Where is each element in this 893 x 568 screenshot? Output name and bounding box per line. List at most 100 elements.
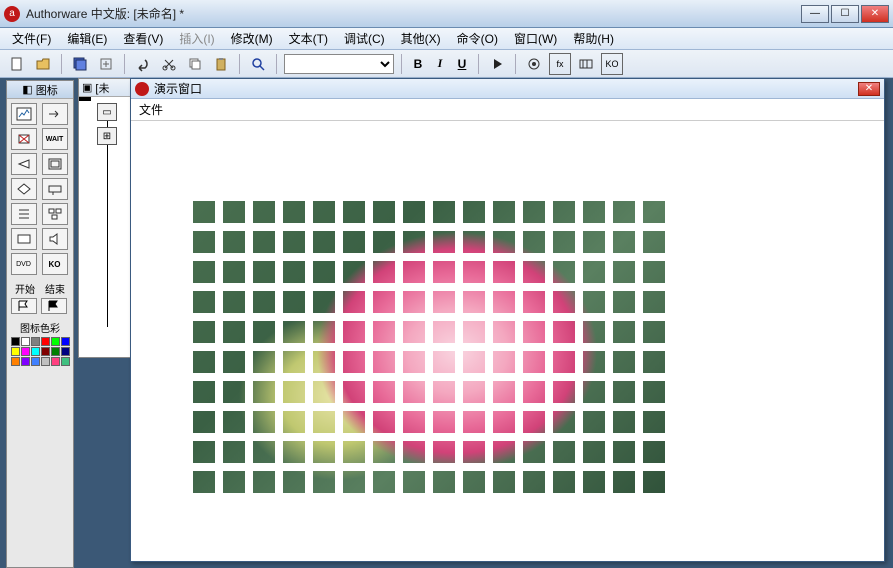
color-swatch[interactable]	[61, 357, 70, 366]
color-swatch[interactable]	[51, 337, 60, 346]
workspace: ◧ 图标 WAIT DVD KO 开始 结束 图标色彩	[0, 78, 893, 568]
color-swatch[interactable]	[21, 357, 30, 366]
color-swatch[interactable]	[11, 337, 20, 346]
separator	[515, 54, 516, 74]
presentation-window: 演示窗口 ✕ 文件	[130, 78, 885, 562]
start-flag[interactable]	[11, 298, 37, 314]
color-swatch[interactable]	[41, 357, 50, 366]
menu-command[interactable]: 命令(O)	[449, 28, 506, 49]
menu-help[interactable]: 帮助(H)	[565, 28, 622, 49]
dvd-icon-tool[interactable]: DVD	[11, 253, 37, 275]
color-swatch[interactable]	[31, 337, 40, 346]
new-button[interactable]	[6, 53, 28, 75]
presentation-titlebar: 演示窗口 ✕	[131, 79, 884, 99]
undo-button[interactable]	[132, 53, 154, 75]
presentation-canvas[interactable]	[131, 121, 884, 561]
color-swatch[interactable]	[51, 347, 60, 356]
flow-start-node[interactable]: ▭	[97, 103, 117, 121]
copy-button[interactable]	[184, 53, 206, 75]
separator	[61, 54, 62, 74]
window-titlebar: a Authorware 中文版: [未命名] * — ☐ ✕	[0, 0, 893, 28]
run-button[interactable]	[486, 53, 508, 75]
color-swatch[interactable]	[61, 347, 70, 356]
presentation-icon	[135, 82, 149, 96]
underline-button[interactable]: U	[453, 57, 471, 71]
flowline-header: ▣ [未	[79, 79, 137, 97]
ko-icon-tool[interactable]: KO	[42, 253, 68, 275]
import-button[interactable]	[95, 53, 117, 75]
flowline[interactable]: ▭ ⊞	[79, 97, 137, 337]
color-swatch[interactable]	[21, 347, 30, 356]
color-swatch[interactable]	[61, 337, 70, 346]
menu-file[interactable]: 文件(F)	[4, 28, 59, 49]
app-icon: a	[4, 6, 20, 22]
flowline-panel: ▣ [未 ▭ ⊞	[78, 78, 138, 358]
maximize-button[interactable]: ☐	[831, 5, 859, 23]
paste-button[interactable]	[210, 53, 232, 75]
sound-icon-tool[interactable]	[42, 228, 68, 250]
map-icon-tool[interactable]	[42, 203, 68, 225]
end-flag[interactable]	[41, 298, 67, 314]
presentation-menu-file[interactable]: 文件	[139, 101, 163, 118]
menu-text[interactable]: 文本(T)	[281, 28, 336, 49]
calculation-icon-tool[interactable]	[11, 203, 37, 225]
minimize-button[interactable]: —	[801, 5, 829, 23]
decision-icon-tool[interactable]	[11, 178, 37, 200]
window-title: Authorware 中文版: [未命名] *	[26, 5, 801, 22]
flowline-doc-icon: ▣	[82, 81, 92, 94]
separator	[239, 54, 240, 74]
open-button[interactable]	[32, 53, 54, 75]
flow-display-node[interactable]: ⊞	[97, 127, 117, 145]
menu-other[interactable]: 其他(X)	[393, 28, 449, 49]
cut-button[interactable]	[158, 53, 180, 75]
navigate-icon-tool[interactable]	[11, 153, 37, 175]
color-swatch[interactable]	[21, 337, 30, 346]
menu-modify[interactable]: 修改(M)	[223, 28, 281, 49]
functions-button[interactable]: fx	[549, 53, 571, 75]
window-controls: — ☐ ✕	[801, 5, 889, 23]
flowline-doc-label: [未	[95, 80, 109, 96]
wait-icon-tool[interactable]: WAIT	[42, 128, 68, 150]
color-swatch[interactable]	[31, 347, 40, 356]
presentation-close-button[interactable]: ✕	[858, 82, 880, 96]
color-label: 图标色彩	[20, 320, 60, 335]
font-select[interactable]	[284, 54, 394, 74]
menu-bar: 文件(F) 编辑(E) 查看(V) 插入(I) 修改(M) 文本(T) 调试(C…	[0, 28, 893, 50]
control-panel-button[interactable]	[523, 53, 545, 75]
color-swatch[interactable]	[41, 347, 50, 356]
toolbar: B I U fx KO	[0, 50, 893, 78]
menu-edit[interactable]: 编辑(E)	[59, 28, 115, 49]
interaction-icon-tool[interactable]	[42, 178, 68, 200]
color-palette	[9, 335, 72, 368]
italic-button[interactable]: I	[431, 56, 449, 71]
color-swatch[interactable]	[41, 337, 50, 346]
menu-window[interactable]: 窗口(W)	[506, 28, 565, 49]
menu-view[interactable]: 查看(V)	[115, 28, 171, 49]
movie-icon-tool[interactable]	[11, 228, 37, 250]
menu-debug[interactable]: 调试(C)	[336, 28, 393, 49]
color-swatch[interactable]	[31, 357, 40, 366]
start-flag-label: 开始	[11, 281, 39, 296]
presentation-menubar: 文件	[131, 99, 884, 121]
color-swatch[interactable]	[51, 357, 60, 366]
save-all-button[interactable]	[69, 53, 91, 75]
erase-icon-tool[interactable]	[11, 128, 37, 150]
variables-button[interactable]	[575, 53, 597, 75]
color-swatch[interactable]	[11, 347, 20, 356]
find-button[interactable]	[247, 53, 269, 75]
rose-image-transition	[193, 201, 673, 501]
ko-button[interactable]: KO	[601, 53, 623, 75]
motion-icon-tool[interactable]	[42, 103, 68, 125]
icon-palette: ◧ 图标 WAIT DVD KO 开始 结束 图标色彩	[6, 80, 74, 568]
palette-title-text: 图标	[36, 82, 58, 98]
flow-end-node	[79, 97, 91, 101]
display-icon-tool[interactable]	[11, 103, 37, 125]
color-swatch[interactable]	[11, 357, 20, 366]
palette-grid: WAIT DVD KO	[7, 99, 74, 279]
bold-button[interactable]: B	[409, 57, 427, 71]
presentation-title: 演示窗口	[154, 80, 858, 97]
menu-insert[interactable]: 插入(I)	[171, 28, 222, 49]
separator	[401, 54, 402, 74]
framework-icon-tool[interactable]	[42, 153, 68, 175]
close-button[interactable]: ✕	[861, 5, 889, 23]
